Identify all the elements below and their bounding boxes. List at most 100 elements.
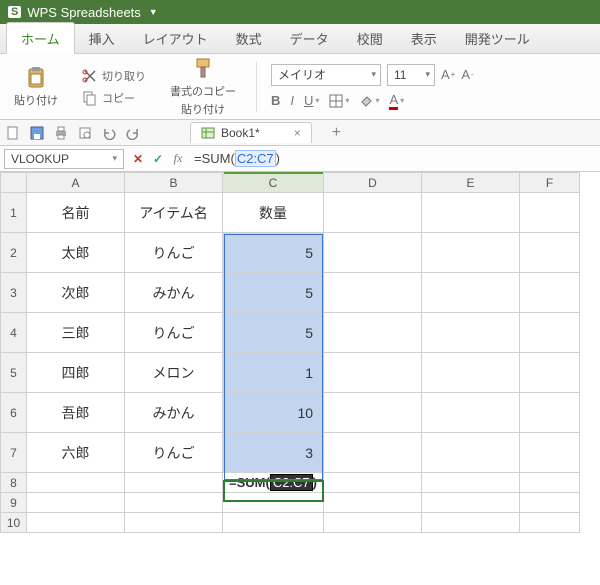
cell-B2[interactable]: りんご xyxy=(125,233,223,273)
cell-C5[interactable]: 1 xyxy=(223,353,324,393)
cell-B3[interactable]: みかん xyxy=(125,273,223,313)
accept-formula-button[interactable]: ✓ xyxy=(148,152,168,166)
cell-C6[interactable]: 10 xyxy=(223,393,324,433)
cell-C8-active[interactable]: =SUM(C2:C7) xyxy=(223,473,324,493)
chevron-down-icon: ▾ xyxy=(112,153,117,164)
tab-developer[interactable]: 開発ツール xyxy=(451,23,544,53)
print-preview-icon[interactable] xyxy=(78,126,92,140)
row-header-9[interactable]: 9 xyxy=(1,493,27,513)
cell-B8[interactable] xyxy=(125,473,223,493)
col-header-D[interactable]: D xyxy=(324,173,422,193)
document-tab-label: Book1* xyxy=(221,126,260,140)
ribbon-tabs: ホーム 挿入 レイアウト 数式 データ 校閲 表示 開発ツール xyxy=(0,24,600,54)
cell-A2[interactable]: 太郎 xyxy=(27,233,125,273)
row-header-7[interactable]: 7 xyxy=(1,433,27,473)
tab-layout[interactable]: レイアウト xyxy=(129,23,222,53)
clipboard-icon xyxy=(24,66,48,90)
cell-A8[interactable] xyxy=(27,473,125,493)
titlebar-dropdown-icon[interactable]: ▼ xyxy=(149,7,158,17)
copy-label: コピー xyxy=(102,90,135,106)
select-all-corner[interactable] xyxy=(1,173,27,193)
cell-D1[interactable] xyxy=(324,193,422,233)
format-painter-icon xyxy=(191,57,215,81)
cell-B6[interactable]: みかん xyxy=(125,393,223,433)
redo-icon[interactable] xyxy=(126,126,140,140)
copy-button[interactable]: コピー xyxy=(78,88,150,108)
cell-B5[interactable]: メロン xyxy=(125,353,223,393)
format-painter-label-1: 書式のコピー xyxy=(170,83,236,99)
formula-input[interactable]: =SUM(C2:C7) xyxy=(188,150,600,167)
cancel-formula-button[interactable]: ✕ xyxy=(128,152,148,166)
cell-B7[interactable]: りんご xyxy=(125,433,223,473)
ribbon-separator xyxy=(256,62,257,112)
format-painter-button[interactable]: 書式のコピー 貼り付け xyxy=(164,55,242,119)
print-icon[interactable] xyxy=(54,126,68,140)
bold-button[interactable]: B xyxy=(271,92,280,110)
font-name-select[interactable]: メイリオ xyxy=(271,64,381,86)
row-header-1[interactable]: 1 xyxy=(1,193,27,233)
cell-A1[interactable]: 名前 xyxy=(27,193,125,233)
cell-C3[interactable]: 5 xyxy=(223,273,324,313)
paste-button[interactable]: 貼り付け xyxy=(8,64,64,110)
cell-C1[interactable]: 数量 xyxy=(223,193,324,233)
row-header-3[interactable]: 3 xyxy=(1,273,27,313)
undo-icon[interactable] xyxy=(102,126,116,140)
cell-A3[interactable]: 次郎 xyxy=(27,273,125,313)
col-header-C[interactable]: C xyxy=(223,173,324,193)
new-tab-button[interactable]: + xyxy=(332,124,341,142)
row-header-8[interactable]: 8 xyxy=(1,473,27,493)
cell-E1[interactable] xyxy=(422,193,520,233)
titlebar: S WPS Spreadsheets ▼ xyxy=(0,0,600,24)
tab-home[interactable]: ホーム xyxy=(6,22,75,54)
border-button[interactable]: ▾ xyxy=(329,92,349,110)
row-header-2[interactable]: 2 xyxy=(1,233,27,273)
font-size-select[interactable]: 11 xyxy=(387,64,435,86)
col-header-B[interactable]: B xyxy=(125,173,223,193)
row-header-4[interactable]: 4 xyxy=(1,313,27,353)
formula-bar: VLOOKUP ▾ ✕ ✓ fx =SUM(C2:C7) xyxy=(0,146,600,172)
tab-view[interactable]: 表示 xyxy=(397,23,451,53)
cell-B1[interactable]: アイテム名 xyxy=(125,193,223,233)
document-tab[interactable]: Book1* × xyxy=(190,122,312,143)
cell-A7[interactable]: 六郎 xyxy=(27,433,125,473)
tab-review[interactable]: 校閲 xyxy=(343,23,397,53)
col-header-A[interactable]: A xyxy=(27,173,125,193)
quick-access-toolbar: Book1* × + xyxy=(0,120,600,146)
cell-C7[interactable]: 3 xyxy=(223,433,324,473)
app-title: WPS Spreadsheets xyxy=(27,5,140,20)
row-header-5[interactable]: 5 xyxy=(1,353,27,393)
cell-C2[interactable]: 5 xyxy=(223,233,324,273)
app-logo-icon: S xyxy=(8,6,21,18)
col-header-F[interactable]: F xyxy=(520,173,580,193)
fx-button[interactable]: fx xyxy=(168,151,188,166)
italic-button[interactable]: I xyxy=(290,92,294,110)
cut-button[interactable]: 切り取り xyxy=(78,66,150,86)
copy-icon xyxy=(82,90,98,106)
decrease-font-button[interactable]: A- xyxy=(461,67,473,82)
fill-color-button[interactable]: ▾ xyxy=(359,92,379,110)
font-color-button[interactable]: A▾ xyxy=(389,92,404,110)
tab-insert[interactable]: 挿入 xyxy=(75,23,129,53)
cell-C4[interactable]: 5 xyxy=(223,313,324,353)
format-painter-label-2: 貼り付け xyxy=(181,101,225,117)
cell-A6[interactable]: 吾郎 xyxy=(27,393,125,433)
col-header-E[interactable]: E xyxy=(422,173,520,193)
tab-data[interactable]: データ xyxy=(276,23,343,53)
cell-A4[interactable]: 三郎 xyxy=(27,313,125,353)
new-doc-icon[interactable] xyxy=(6,126,20,140)
underline-button[interactable]: U▾ xyxy=(304,92,319,110)
cell-A5[interactable]: 四郎 xyxy=(27,353,125,393)
row-header-10[interactable]: 10 xyxy=(1,513,27,533)
cell-F1[interactable] xyxy=(520,193,580,233)
cut-label: 切り取り xyxy=(102,68,146,84)
cell-B4[interactable]: りんご xyxy=(125,313,223,353)
close-icon[interactable]: × xyxy=(294,126,301,140)
row-header-6[interactable]: 6 xyxy=(1,393,27,433)
paste-label: 貼り付け xyxy=(14,92,58,108)
scissors-icon xyxy=(82,68,98,84)
increase-font-button[interactable]: A+ xyxy=(441,67,455,82)
save-icon[interactable] xyxy=(30,126,44,140)
tab-formula[interactable]: 数式 xyxy=(222,23,276,53)
spreadsheet-grid[interactable]: A B C D E F 1 名前 アイテム名 数量 2太郎りんご5 3次郎みかん… xyxy=(0,172,600,533)
name-box[interactable]: VLOOKUP ▾ xyxy=(4,149,124,169)
